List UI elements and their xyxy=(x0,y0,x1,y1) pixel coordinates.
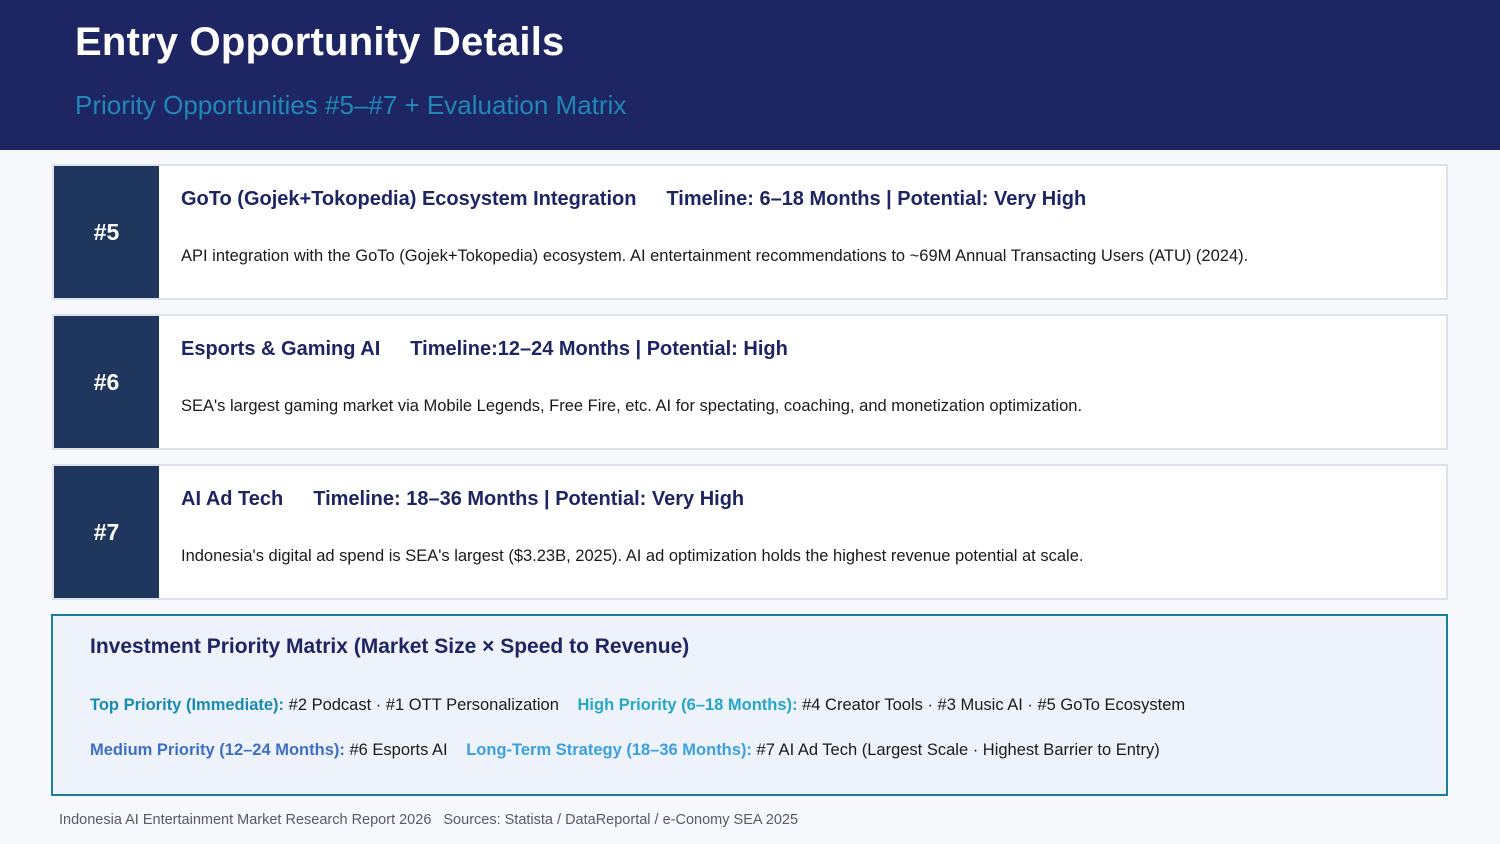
footer: Indonesia AI Entertainment Market Resear… xyxy=(59,812,798,828)
opportunity-heading: Esports & Gaming AI Timeline:12–24 Months… xyxy=(181,338,788,361)
opportunity-number: #5 xyxy=(54,166,159,298)
opportunity-name: Esports & Gaming AI xyxy=(181,338,381,360)
matrix-title: Investment Priority Matrix (Market Size … xyxy=(90,635,690,658)
opportunity-number: #6 xyxy=(54,316,159,448)
footer-sources: Sources: Statista / DataReportal / e-Con… xyxy=(443,812,799,828)
matrix-row-2: Medium Priority (12–24 Months): #6 Espor… xyxy=(90,741,1160,760)
matrix-row-1: Top Priority (Immediate): #2 Podcast · #… xyxy=(90,696,1185,715)
opportunity-heading: AI Ad Tech Timeline: 18–36 Months | Poten… xyxy=(181,488,744,511)
priority-matrix: Investment Priority Matrix (Market Size … xyxy=(51,614,1448,796)
page-title: Entry Opportunity Details xyxy=(75,20,565,64)
page-subtitle: Priority Opportunities #5–#7 + Evaluatio… xyxy=(75,90,627,120)
tier-items-top: #2 Podcast · #1 OTT Personalization xyxy=(288,696,559,714)
opportunity-name: GoTo (Gojek+Tokopedia) Ecosystem Integra… xyxy=(181,188,637,210)
tier-items-high: #4 Creator Tools · #3 Music AI · #5 GoTo… xyxy=(802,696,1186,714)
opportunity-number: #7 xyxy=(54,466,159,598)
tier-label-long-term: Long-Term Strategy (18–36 Months): xyxy=(466,741,752,759)
tier-label-top: Top Priority (Immediate): xyxy=(90,696,285,714)
opportunity-meta: Timeline: 18–36 Months | Potential: Very… xyxy=(313,488,745,510)
opportunity-heading: GoTo (Gojek+Tokopedia) Ecosystem Integra… xyxy=(181,188,1086,211)
opportunity-card-6: #6 Esports & Gaming AI Timeline:12–24 Mon… xyxy=(52,314,1448,450)
opportunity-name: AI Ad Tech xyxy=(181,488,284,510)
footer-report: Indonesia AI Entertainment Market Resear… xyxy=(59,812,432,828)
tier-label-high: High Priority (6–18 Months): xyxy=(577,696,798,714)
tier-label-medium: Medium Priority (12–24 Months): xyxy=(90,741,345,759)
opportunity-description: Indonesia's digital ad spend is SEA's la… xyxy=(181,547,1084,565)
opportunity-card-7: #7 AI Ad Tech Timeline: 18–36 Months | Po… xyxy=(52,464,1448,600)
opportunity-meta: Timeline: 6–18 Months | Potential: Very … xyxy=(666,188,1087,210)
tier-items-medium: #6 Esports AI xyxy=(349,741,448,759)
slide-header: Entry Opportunity Details Priority Oppor… xyxy=(0,0,1500,150)
opportunity-description: SEA's largest gaming market via Mobile L… xyxy=(181,397,1083,415)
opportunity-card-5: #5 GoTo (Gojek+Tokopedia) Ecosystem Inte… xyxy=(52,164,1448,300)
opportunity-meta: Timeline:12–24 Months | Potential: High xyxy=(410,338,788,360)
tier-items-long-term: #7 AI Ad Tech (Largest Scale · Highest B… xyxy=(756,741,1160,759)
opportunity-description: API integration with the GoTo (Gojek+Tok… xyxy=(181,247,1249,265)
